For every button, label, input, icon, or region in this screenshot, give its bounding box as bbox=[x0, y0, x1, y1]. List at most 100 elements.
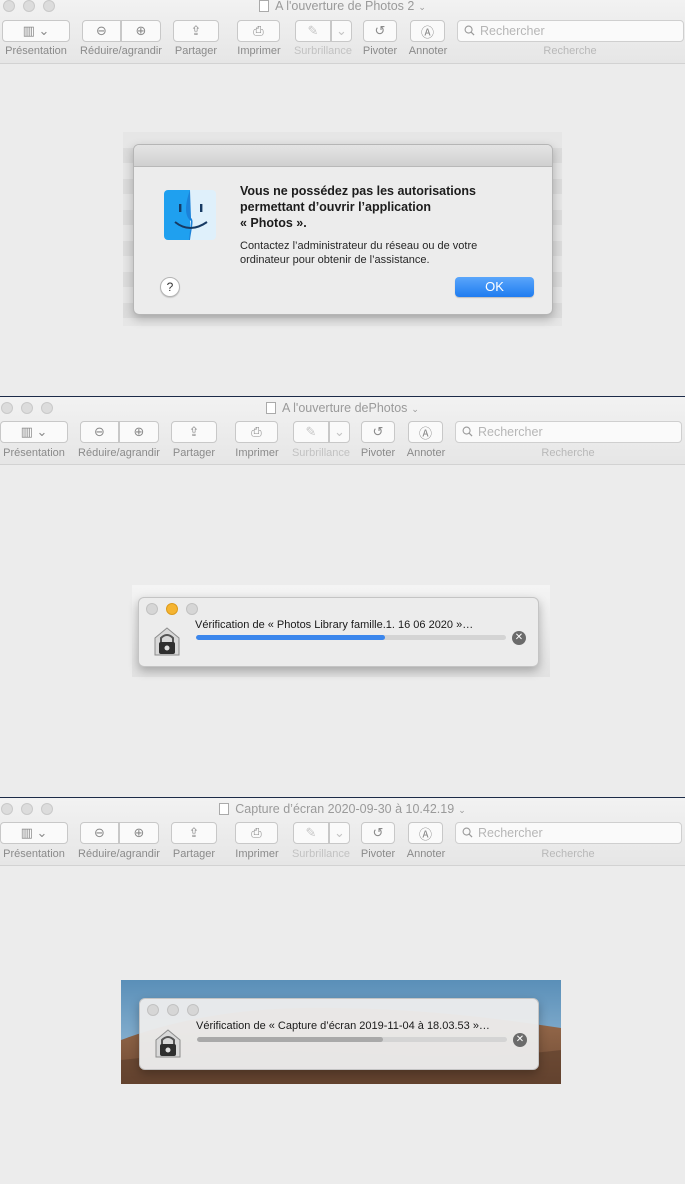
rotate-button[interactable]: ↺ bbox=[361, 822, 395, 844]
document-icon bbox=[219, 803, 230, 815]
presentation-button[interactable]: ▥ ⌄ bbox=[2, 20, 70, 42]
presentation-button[interactable]: ▥ ⌄ bbox=[0, 421, 68, 443]
toolbar: A l'ouverture de Photos 2 ⌄ ▥ ⌄ Présentat… bbox=[0, 0, 685, 64]
ok-button[interactable]: OK bbox=[455, 277, 534, 297]
finder-icon bbox=[164, 190, 216, 240]
printer-icon: ⎙ bbox=[253, 23, 264, 38]
printer-icon: ⎙ bbox=[251, 424, 262, 439]
rotate-label: Pivoter bbox=[360, 848, 396, 860]
annotate-button[interactable]: Ⓐ bbox=[410, 20, 445, 42]
search-label: Recherche bbox=[541, 848, 595, 860]
close-window-button[interactable] bbox=[147, 1004, 159, 1016]
minimize-window-button[interactable] bbox=[167, 1004, 179, 1016]
zoom-label: Réduire/agrandir bbox=[80, 45, 162, 57]
pen-circle-icon: Ⓐ bbox=[420, 24, 434, 40]
zoom-out-icon: ⊖ bbox=[94, 825, 105, 840]
rotate-label: Pivoter bbox=[360, 447, 396, 459]
highlight-button[interactable]: ✎ bbox=[293, 421, 329, 443]
verification-progress-dialog-2: Vérification de « Capture d’écran 2019-1… bbox=[139, 998, 539, 1070]
search-icon bbox=[462, 827, 473, 838]
highlight-button[interactable]: ✎ bbox=[293, 822, 329, 844]
toolbar: Capture d’écran 2020-09-30 à 10.42.19 ⌄ ▥… bbox=[0, 798, 685, 866]
sidebar-icon: ▥ ⌄ bbox=[20, 825, 48, 840]
progress-fill bbox=[196, 635, 386, 640]
verification-progress-dialog: Vérification de « Photos Library famille… bbox=[138, 597, 539, 667]
help-button[interactable]: ? bbox=[160, 277, 180, 297]
progress-bar bbox=[197, 1037, 507, 1042]
window-title: Capture d’écran 2020-09-30 à 10.42.19 ⌄ bbox=[0, 802, 685, 818]
cancel-icon[interactable]: ✕ bbox=[512, 631, 526, 645]
zoom-out-button[interactable]: ⊖ bbox=[80, 421, 119, 443]
zoom-label: Réduire/agrandir bbox=[78, 447, 160, 459]
sidebar-icon: ▥ ⌄ bbox=[20, 424, 48, 439]
zoom-in-button[interactable]: ⊕ bbox=[119, 421, 159, 443]
share-button[interactable]: ⇪ bbox=[171, 822, 217, 844]
rotate-icon: ↺ bbox=[372, 424, 384, 439]
minimize-window-button[interactable] bbox=[166, 603, 178, 615]
highlight-menu-button[interactable]: ⌄ bbox=[329, 822, 350, 844]
highlight-button[interactable]: ✎ bbox=[295, 20, 331, 42]
share-button[interactable]: ⇪ bbox=[173, 20, 219, 42]
alert-title: Vous ne possédez pas les autorisations p… bbox=[240, 184, 476, 230]
share-label: Partager bbox=[174, 45, 218, 57]
highlighter-icon: ✎ bbox=[305, 424, 317, 439]
annotate-label: Annoter bbox=[406, 848, 446, 860]
search-input[interactable]: Rechercher bbox=[457, 20, 684, 42]
presentation-label: Présentation bbox=[3, 848, 65, 860]
zoom-out-icon: ⊖ bbox=[96, 23, 107, 38]
share-button[interactable]: ⇪ bbox=[171, 421, 217, 443]
zoom-out-button[interactable]: ⊖ bbox=[82, 20, 121, 42]
chevron-down-icon[interactable]: ⌄ bbox=[458, 805, 466, 815]
printer-icon: ⎙ bbox=[251, 825, 262, 840]
share-icon: ⇪ bbox=[188, 825, 200, 840]
rotate-icon: ↺ bbox=[374, 23, 386, 38]
progress-bar bbox=[196, 635, 506, 640]
highlight-menu-button[interactable]: ⌄ bbox=[331, 20, 352, 42]
chevron-down-icon: ⌄ bbox=[334, 825, 345, 840]
print-label: Imprimer bbox=[237, 45, 281, 57]
alert-message: Contactez l’administrateur du réseau ou … bbox=[240, 240, 478, 266]
highlight-label: Surbrillance bbox=[291, 848, 351, 860]
window-title: A l'ouverture dePhotos ⌄ bbox=[0, 401, 685, 417]
zoom-in-button[interactable]: ⊕ bbox=[121, 20, 161, 42]
zoom-in-button[interactable]: ⊕ bbox=[119, 822, 159, 844]
annotate-button[interactable]: Ⓐ bbox=[408, 421, 443, 443]
chevron-down-icon[interactable]: ⌄ bbox=[411, 404, 419, 414]
lock-house-icon bbox=[154, 627, 180, 656]
highlight-menu-button[interactable]: ⌄ bbox=[329, 421, 350, 443]
print-label: Imprimer bbox=[235, 848, 279, 860]
presentation-button[interactable]: ▥ ⌄ bbox=[0, 822, 68, 844]
highlight-label: Surbrillance bbox=[291, 447, 351, 459]
annotate-button[interactable]: Ⓐ bbox=[408, 822, 443, 844]
zoom-out-icon: ⊖ bbox=[94, 424, 105, 439]
toolbar: A l'ouverture dePhotos ⌄ ▥ ⌄ Présentation… bbox=[0, 397, 685, 465]
print-button[interactable]: ⎙ bbox=[235, 822, 278, 844]
search-icon bbox=[464, 25, 475, 36]
search-icon bbox=[462, 426, 473, 437]
search-input[interactable]: Rechercher bbox=[455, 822, 682, 844]
presentation-label: Présentation bbox=[3, 447, 65, 459]
search-input[interactable]: Rechercher bbox=[455, 421, 682, 443]
permission-alert-dialog: Vous ne possédez pas les autorisations p… bbox=[133, 144, 553, 315]
zoom-window-button[interactable] bbox=[187, 1004, 199, 1016]
annotate-label: Annoter bbox=[406, 447, 446, 459]
search-label: Recherche bbox=[543, 45, 597, 57]
cancel-icon[interactable]: ✕ bbox=[513, 1033, 527, 1047]
document-icon bbox=[266, 402, 277, 414]
alert-title-bar bbox=[134, 145, 552, 167]
print-label: Imprimer bbox=[235, 447, 279, 459]
sidebar-icon: ▥ ⌄ bbox=[22, 23, 50, 38]
rotate-button[interactable]: ↺ bbox=[363, 20, 397, 42]
highlighter-icon: ✎ bbox=[307, 23, 319, 38]
print-button[interactable]: ⎙ bbox=[237, 20, 280, 42]
print-button[interactable]: ⎙ bbox=[235, 421, 278, 443]
highlight-label: Surbrillance bbox=[293, 45, 353, 57]
close-window-button[interactable] bbox=[146, 603, 158, 615]
rotate-button[interactable]: ↺ bbox=[361, 421, 395, 443]
zoom-window-button[interactable] bbox=[186, 603, 198, 615]
zoom-out-button[interactable]: ⊖ bbox=[80, 822, 119, 844]
window-title: A l'ouverture de Photos 2 ⌄ bbox=[0, 0, 685, 15]
chevron-down-icon[interactable]: ⌄ bbox=[418, 2, 426, 12]
search-label: Recherche bbox=[541, 447, 595, 459]
chevron-down-icon: ⌄ bbox=[336, 23, 347, 38]
